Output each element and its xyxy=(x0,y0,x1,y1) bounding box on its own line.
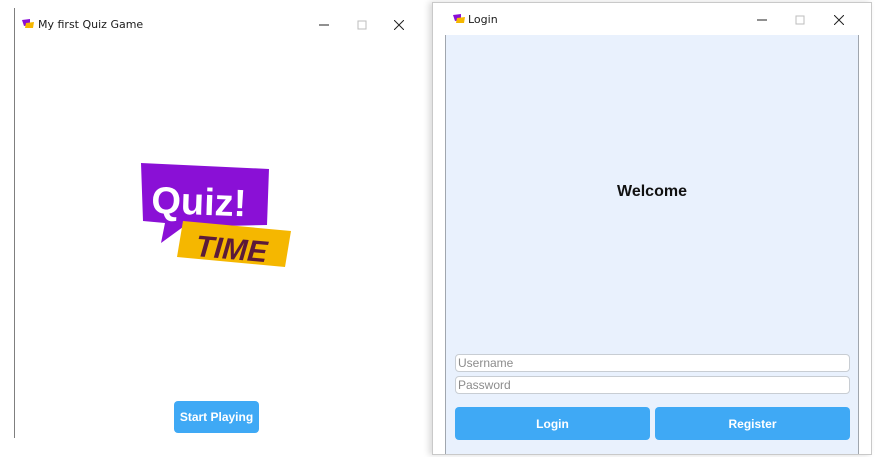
maximize-icon[interactable] xyxy=(348,14,376,36)
logo-text-quiz: Quiz! xyxy=(151,180,247,225)
password-input[interactable] xyxy=(455,376,850,394)
minimize-icon[interactable] xyxy=(310,14,338,36)
app-icon xyxy=(22,19,34,28)
login-button[interactable]: Login xyxy=(455,407,650,440)
welcome-heading: Welcome xyxy=(617,183,687,200)
app-icon xyxy=(453,14,465,23)
quiz-time-logo: Quiz! TIME xyxy=(141,163,291,269)
register-button[interactable]: Register xyxy=(655,407,850,440)
maximize-icon[interactable] xyxy=(786,9,814,31)
quiz-game-window: My first Quiz Game Quiz! TIME Start Play… xyxy=(14,8,428,438)
title-bar[interactable]: Login xyxy=(433,3,871,35)
logo-text-time: TIME xyxy=(194,230,269,269)
close-icon[interactable] xyxy=(385,14,413,36)
title-bar[interactable]: My first Quiz Game xyxy=(15,8,428,40)
close-icon[interactable] xyxy=(825,9,853,31)
minimize-icon[interactable] xyxy=(748,9,776,31)
login-window: Login Welcome Login Register xyxy=(432,2,872,455)
username-input[interactable] xyxy=(455,354,850,372)
window-title: My first Quiz Game xyxy=(38,18,144,31)
window-title: Login xyxy=(468,13,498,26)
login-panel: Welcome Login Register xyxy=(445,35,859,454)
start-playing-button[interactable]: Start Playing xyxy=(174,401,259,433)
